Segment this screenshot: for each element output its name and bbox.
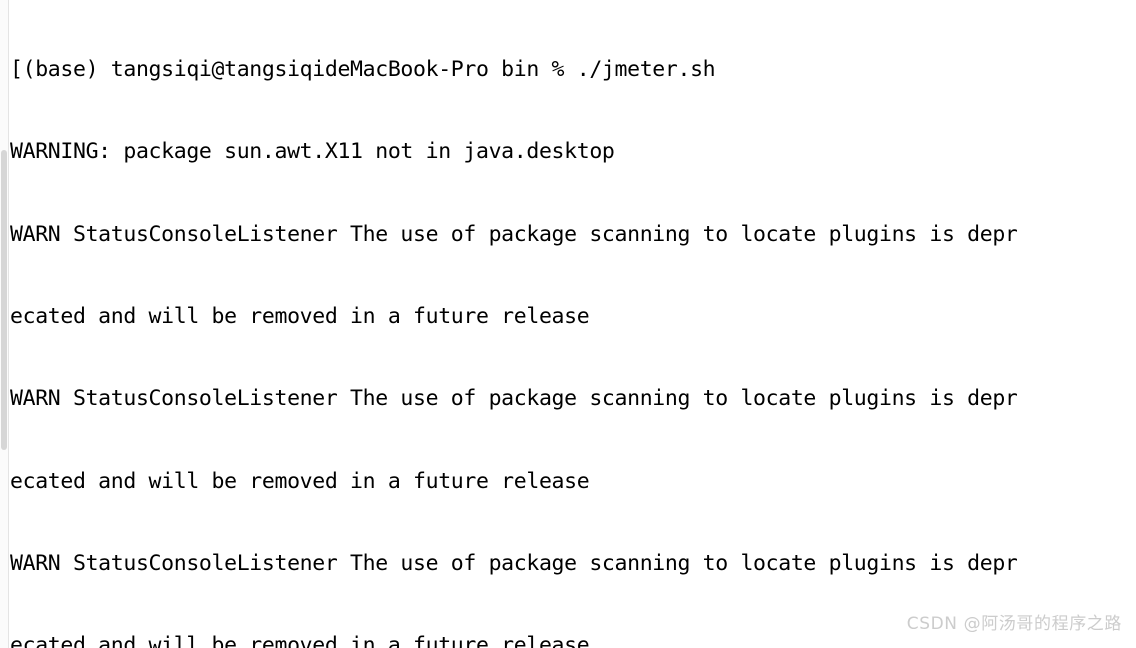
vertical-scrollbar[interactable] [0, 0, 9, 648]
terminal-line: WARN StatusConsoleListener The use of pa… [10, 550, 1018, 576]
terminal-line: [(base) tangsiqi@tangsiqideMacBook-Pro b… [10, 56, 716, 82]
terminal-line: WARNING: package sun.awt.X11 not in java… [10, 139, 615, 165]
terminal-output[interactable]: [(base) tangsiqi@tangsiqideMacBook-Pro b… [10, 0, 1136, 648]
terminal-line: ecated and will be removed in a future r… [10, 468, 590, 494]
scrollbar-thumb[interactable] [1, 150, 7, 450]
csdn-watermark: CSDN @阿汤哥的程序之路 [906, 614, 1122, 634]
terminal-line: ecated and will be removed in a future r… [10, 303, 590, 329]
terminal-line: ecated and will be removed in a future r… [10, 633, 590, 648]
terminal-line: WARN StatusConsoleListener The use of pa… [10, 221, 1018, 247]
terminal-window[interactable]: [(base) tangsiqi@tangsiqideMacBook-Pro b… [0, 0, 1136, 648]
terminal-line: WARN StatusConsoleListener The use of pa… [10, 386, 1018, 412]
